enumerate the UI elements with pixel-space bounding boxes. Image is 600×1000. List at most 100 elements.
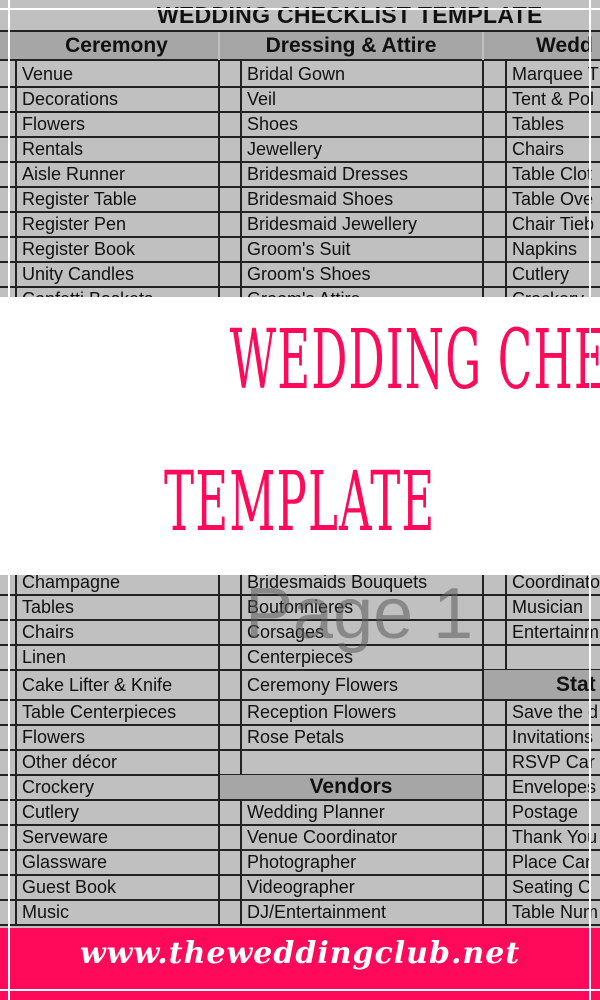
checklist-item[interactable]: Register Pen [17,212,218,237]
grid-column-line [482,750,484,775]
checklist-item[interactable]: Aisle Runner [17,162,218,187]
checklist-item[interactable]: Flowers [17,725,218,750]
checklist-item[interactable]: Chairs [17,620,218,645]
grid-column-line [15,775,17,800]
sheet-title-row: WEDDING CHECKLIST TEMPLATE [0,0,600,32]
grid-column-line [482,620,484,645]
checklist-item[interactable]: Groom's Shoes [242,262,482,287]
checklist-item[interactable]: Venue [17,62,218,87]
checklist-item[interactable]: Bridal Gown [242,62,482,87]
checklist-item[interactable]: Invitations [507,725,600,750]
checklist-item[interactable]: RSVP Car [507,750,600,775]
checklist-item[interactable]: Cutlery [507,262,600,287]
checklist-item[interactable]: Envelopes [507,775,600,800]
banner-title-line-1: WEDDING CHECKLIST [0,313,600,408]
checklist-item[interactable]: Save the d [507,700,600,725]
checklist-item[interactable]: Guest Book [17,875,218,900]
checklist-item[interactable]: Other décor [17,750,218,775]
grid-column-line [240,875,242,900]
checklist-item[interactable]: Unity Candles [17,262,218,287]
checklist-item[interactable]: Bridesmaid Shoes [242,187,482,212]
checklist-item[interactable]: Musician [507,595,600,620]
checklist-item[interactable]: Rentals [17,137,218,162]
checklist-item[interactable]: Tables [17,595,218,620]
checklist-item[interactable]: Bridesmaid Jewellery [242,212,482,237]
checklist-item[interactable]: Table Ove [507,187,600,212]
grid-column-line [240,620,242,645]
checklist-item[interactable]: Reception Flowers [242,700,482,725]
checklist-item[interactable]: DJ/Entertainment [242,900,482,925]
checklist-item[interactable]: Videographer [242,875,482,900]
checklist-item[interactable]: Thank You [507,825,600,850]
checklist-item[interactable]: Groom's Suit [242,237,482,262]
checklist-item[interactable]: Napkins [507,237,600,262]
grid-column-line [218,750,220,775]
checklist-item[interactable]: Music [17,900,218,925]
checklist-item[interactable]: Chairs [507,137,600,162]
column-header-dressing-attire: Dressing & Attire [220,32,482,61]
grid-column-line [218,700,220,725]
checklist-item[interactable] [507,645,600,670]
checklist-item[interactable]: Ceremony Flowers [242,670,482,700]
banner-title-line-2: TEMPLATE [0,455,600,550]
grid-column-line [218,620,220,645]
checklist-item[interactable]: Entertainm [507,620,600,645]
checklist-item[interactable]: Photographer [242,850,482,875]
frame-line-top [0,8,600,10]
website-link[interactable]: www.theweddingclub.net [0,936,600,971]
checklist-item[interactable]: Flowers [17,112,218,137]
checklist-item[interactable]: Linen [17,645,218,670]
banner-title-text-2: TEMPLATE [164,455,436,550]
grid-column-line [240,60,242,297]
checklist-item[interactable]: Register Book [17,237,218,262]
checklist-item[interactable]: Seating C [507,875,600,900]
checklist-item[interactable]: Table Clot [507,162,600,187]
grid-column-line [218,60,220,297]
checklist-item[interactable]: Bridesmaid Dresses [242,162,482,187]
grid-column-line [218,825,220,850]
checklist-item[interactable]: Chair Tieb [507,212,600,237]
grid-column-line [218,850,220,875]
checklist-item[interactable]: Decorations [17,87,218,112]
checklist-item[interactable]: Cake Lifter & Knife [17,670,218,700]
grid-column-line [218,875,220,900]
grid-column-line [15,700,17,725]
grid-column-line [482,645,484,670]
checklist-item[interactable]: Veil [242,87,482,112]
checklist-item[interactable]: Shoes [242,112,482,137]
grid-column-line [240,800,242,825]
checklist-item[interactable]: Serveware [17,825,218,850]
banner-title-text-1: WEDDING CHECKLIST [229,313,600,408]
checklist-item[interactable]: Wedding Planner [242,800,482,825]
checklist-item[interactable]: Table Centerpieces [17,700,218,725]
checklist-item[interactable] [242,750,482,775]
checklist-item[interactable]: Venue Coordinator [242,825,482,850]
grid-column-line [15,670,17,700]
checklist-item[interactable]: Postage [507,800,600,825]
grid-column-line [240,645,242,670]
grid-column-line [240,750,242,775]
checklist-item[interactable]: Crockery [17,775,218,800]
checklist-item[interactable]: Centerpieces [242,645,482,670]
grid-column-line [15,645,17,670]
checklist-item[interactable]: Table Num [507,900,600,925]
checklist-item[interactable]: Glassware [17,850,218,875]
checklist-item[interactable]: Corsages [242,620,482,645]
checklist-item[interactable]: Place Car [507,850,600,875]
checklist-item[interactable]: Boutonnieres [242,595,482,620]
grid-column-line [482,700,484,725]
grid-column-line [482,900,484,925]
grid-column-line [505,750,507,775]
checklist-item[interactable]: Rose Petals [242,725,482,750]
grid-column-line [240,700,242,725]
grid-column-line [505,800,507,825]
checklist-item[interactable]: Register Table [17,187,218,212]
checklist-item[interactable]: Tent & Pol [507,87,600,112]
checklist-item[interactable]: Marquee T [507,62,600,87]
grid-column-line [240,595,242,620]
checklist-item[interactable]: Tables [507,112,600,137]
grid-column-line [505,700,507,725]
checklist-item[interactable]: Cutlery [17,800,218,825]
checklist-item[interactable]: Jewellery [242,137,482,162]
grid-column-line [240,850,242,875]
